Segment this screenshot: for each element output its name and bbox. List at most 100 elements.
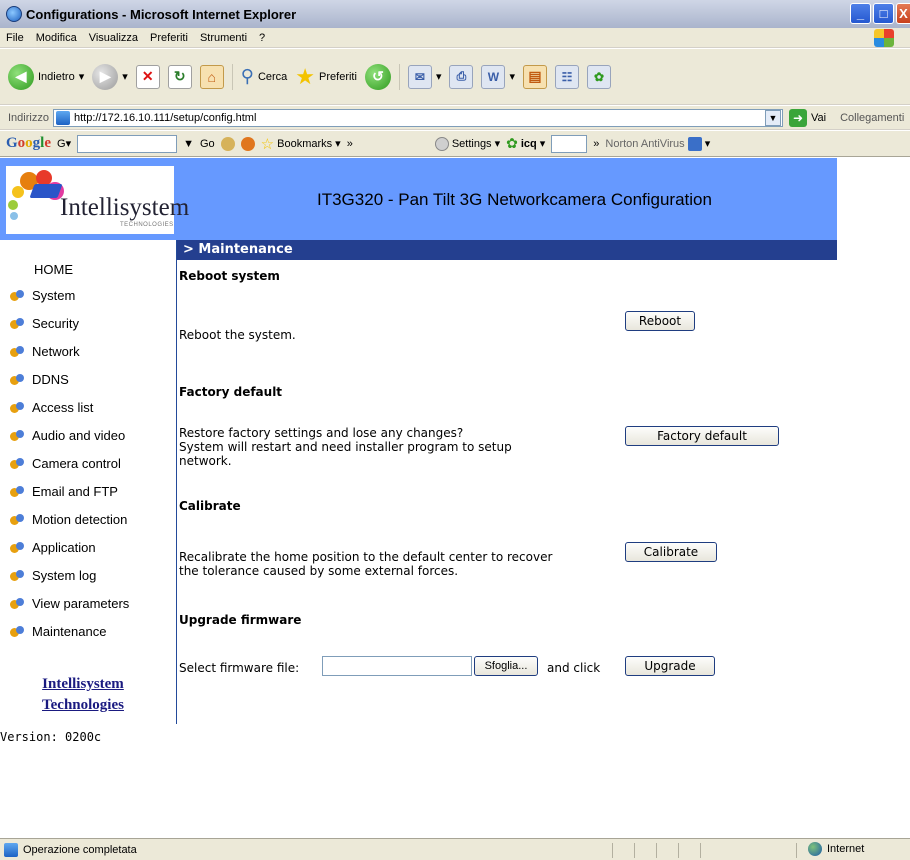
forward-button[interactable]: ▶ ▾ xyxy=(92,63,128,90)
star-icon: ★ xyxy=(295,63,316,89)
upgrade-button[interactable]: Upgrade xyxy=(625,656,715,676)
calibrate-button[interactable]: Calibrate xyxy=(625,542,717,562)
favorites-button[interactable]: ★ Preferiti xyxy=(295,64,357,90)
bookmarks-button[interactable]: ☆ Bookmarks ▾ xyxy=(261,135,341,153)
firmware-file-input[interactable] xyxy=(322,656,472,676)
popup-blocker-icon[interactable] xyxy=(240,136,255,151)
mail-button[interactable]: ✉ ▾ xyxy=(407,64,442,89)
zone-label: Internet xyxy=(827,843,865,855)
section-header: > Maintenance xyxy=(177,240,837,260)
bookmarks-label: Bookmarks xyxy=(277,137,333,150)
company-link[interactable]: Intellisystem Technologies xyxy=(42,674,124,716)
go-arrow-icon: ➜ xyxy=(788,108,807,127)
refresh-button[interactable]: ↻ xyxy=(167,64,192,89)
google-search-input[interactable] xyxy=(77,134,178,153)
sidebar-item-home[interactable]: HOME xyxy=(34,262,73,277)
home-button[interactable]: ⌂ xyxy=(199,64,224,89)
close-button[interactable]: X xyxy=(896,3,910,24)
sidebar: HOME System Security Network DDNS Access… xyxy=(0,240,176,720)
menu-visualizza[interactable]: Visualizza xyxy=(89,32,138,44)
history-button[interactable]: ↺ xyxy=(364,63,391,90)
globe-icon xyxy=(808,842,822,856)
factory-default-button[interactable]: Factory default xyxy=(625,426,779,446)
icq-button[interactable]: ✿ icq ▾ xyxy=(506,135,545,152)
sidebar-item-network[interactable]: Network xyxy=(10,344,80,359)
reboot-title: Reboot system xyxy=(179,269,280,283)
sidebar-item-security[interactable]: Security xyxy=(10,316,79,331)
edit-button[interactable]: W ▾ xyxy=(481,64,515,89)
browse-button[interactable]: Sfoglia... xyxy=(474,656,538,676)
google-logo[interactable]: Google xyxy=(6,135,51,152)
menu-file[interactable]: File xyxy=(6,32,24,44)
sidebar-item-view-parameters[interactable]: View parameters xyxy=(10,596,129,611)
sidebar-item-system[interactable]: System xyxy=(10,288,75,303)
sidebar-item-camera-control[interactable]: Camera control xyxy=(10,456,121,471)
messenger-button[interactable]: ✿ xyxy=(587,64,611,89)
status-divider xyxy=(700,843,701,858)
sidebar-item-label: System xyxy=(32,288,76,303)
chevron-down-icon: ▾ xyxy=(435,71,442,83)
norton-icon xyxy=(687,136,702,151)
window-controls: _ □ X xyxy=(850,3,910,24)
icq-input[interactable] xyxy=(551,134,588,153)
menu-help[interactable]: ? xyxy=(259,32,265,44)
sidebar-item-access-list[interactable]: Access list xyxy=(10,400,93,415)
sidebar-item-label: Access list xyxy=(32,400,94,415)
sidebar-item-label: Maintenance xyxy=(32,624,107,639)
calibrate-title: Calibrate xyxy=(179,499,241,513)
stop-button[interactable]: ✕ xyxy=(135,64,160,89)
research-button[interactable]: ☷ xyxy=(555,64,579,89)
google-menu-icon[interactable]: G▾ xyxy=(57,137,71,150)
address-bar: Indirizzo http://172.16.10.111/setup/con… xyxy=(0,106,910,130)
google-go-button[interactable]: Go xyxy=(200,138,215,150)
bullet-icon xyxy=(10,317,27,330)
menu-strumenti[interactable]: Strumenti xyxy=(200,32,247,44)
menu-modifica[interactable]: Modifica xyxy=(36,32,77,44)
bullet-icon xyxy=(10,541,27,554)
settings-label: Settings xyxy=(451,137,492,150)
minimize-button[interactable]: _ xyxy=(850,3,871,24)
sidebar-item-system-log[interactable]: System log xyxy=(10,568,96,583)
sidebar-item-ddns[interactable]: DDNS xyxy=(10,372,69,387)
and-click-text: and click xyxy=(547,661,601,675)
more-icon[interactable]: » xyxy=(593,138,599,150)
menu-preferiti[interactable]: Preferiti xyxy=(150,32,188,44)
sidebar-item-application[interactable]: Application xyxy=(10,540,96,555)
go-button[interactable]: ➜ Vai xyxy=(788,108,826,127)
security-zone: Internet xyxy=(808,842,864,856)
reboot-button[interactable]: Reboot xyxy=(625,311,695,331)
more-icon[interactable]: » xyxy=(347,138,353,150)
chevron-down-icon: ▾ xyxy=(509,71,515,83)
google-search-dropdown-icon[interactable]: ▼ xyxy=(183,138,194,150)
settings-button[interactable]: Settings ▾ xyxy=(434,136,500,151)
sidebar-item-maintenance[interactable]: Maintenance xyxy=(10,624,106,639)
sidebar-item-label: Network xyxy=(32,344,80,359)
toolbar: ◀ Indietro ▾ ▶ ▾ ✕ ↻ ⌂ ⚲ Cerca ★ Preferi… xyxy=(0,49,910,105)
links-button[interactable]: Collegamenti xyxy=(840,112,904,124)
page-header: Intellisystem TECHNOLOGIES IT3G320 - Pan… xyxy=(0,158,837,240)
norton-button[interactable]: Norton AntiVirus ▾ xyxy=(605,136,711,151)
back-button[interactable]: ◀ Indietro ▾ xyxy=(8,63,84,90)
address-input[interactable]: http://172.16.10.111/setup/config.html xyxy=(52,108,783,127)
folder-button[interactable]: ▤ xyxy=(523,64,547,89)
bullet-icon xyxy=(10,597,27,610)
toolbar-separator xyxy=(398,63,400,90)
upgrade-firmware-title: Upgrade firmware xyxy=(179,613,302,627)
chevron-down-icon: ▾ xyxy=(335,138,341,150)
maximize-button[interactable]: □ xyxy=(873,3,894,24)
google-toolbar: Google G▾ ▼ Go ☆ Bookmarks ▾ » Settings ▾ ✿… xyxy=(0,131,910,157)
print-button[interactable]: ⎙ xyxy=(449,64,474,89)
sidebar-item-motion-detection[interactable]: Motion detection xyxy=(10,512,127,527)
sidebar-item-email-ftp[interactable]: Email and FTP xyxy=(10,484,118,499)
company-link-line1: Intellisystem xyxy=(42,676,124,692)
menu-bar: File Modifica Visualizza Preferiti Strum… xyxy=(0,28,910,48)
sidebar-item-audio-video[interactable]: Audio and video xyxy=(10,428,125,443)
address-url: http://172.16.10.111/setup/config.html xyxy=(73,111,257,124)
chevron-down-icon: ▾ xyxy=(122,71,128,83)
bullet-icon xyxy=(10,457,27,470)
chevron-down-icon: ▾ xyxy=(704,138,711,150)
company-link-line2: Technologies xyxy=(42,697,124,713)
search-button[interactable]: ⚲ Cerca xyxy=(241,66,288,87)
chevron-down-icon: ▾ xyxy=(539,138,546,150)
address-dropdown-button[interactable]: ▼ xyxy=(764,109,781,126)
